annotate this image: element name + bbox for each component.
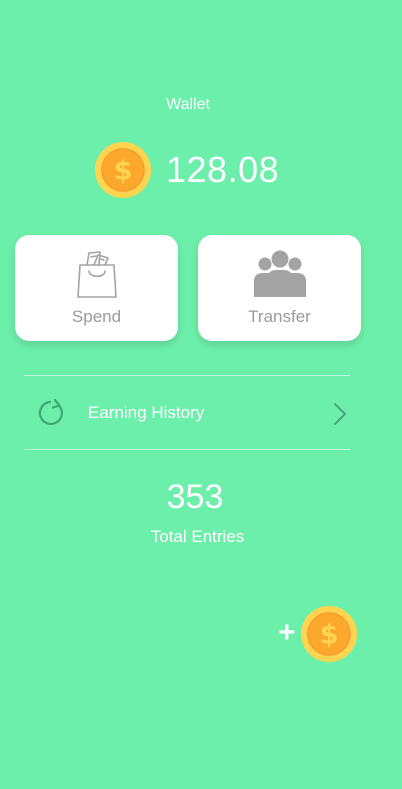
total-entries-label: Total Entries <box>150 527 245 546</box>
earning-history-label: Earning History <box>88 403 205 422</box>
page-title: Wallet <box>166 96 210 113</box>
add-coin-button[interactable]: + $ <box>276 604 360 666</box>
balance-amount: 128.08 <box>166 149 280 190</box>
plus-icon: + <box>278 616 296 649</box>
shopping-bag-icon <box>76 251 117 298</box>
svg-text:$: $ <box>320 620 339 651</box>
refresh-icon <box>38 398 64 425</box>
group-users-icon <box>253 250 306 297</box>
svg-text:$: $ <box>114 156 133 187</box>
transfer-label: Transfer <box>248 307 311 326</box>
total-entries-count: 353 <box>166 478 224 516</box>
spend-button[interactable]: Spend <box>15 235 178 341</box>
spend-label: Spend <box>71 307 122 326</box>
dollar-coin-icon: $ <box>94 141 152 199</box>
balance-display: $ 128.08 <box>94 140 279 200</box>
divider <box>24 449 350 450</box>
chevron-right-icon <box>334 403 346 425</box>
earning-history-row[interactable]: Earning History <box>24 376 350 449</box>
transfer-button[interactable]: Transfer <box>198 235 361 341</box>
dollar-coin-icon: $ <box>300 605 358 663</box>
